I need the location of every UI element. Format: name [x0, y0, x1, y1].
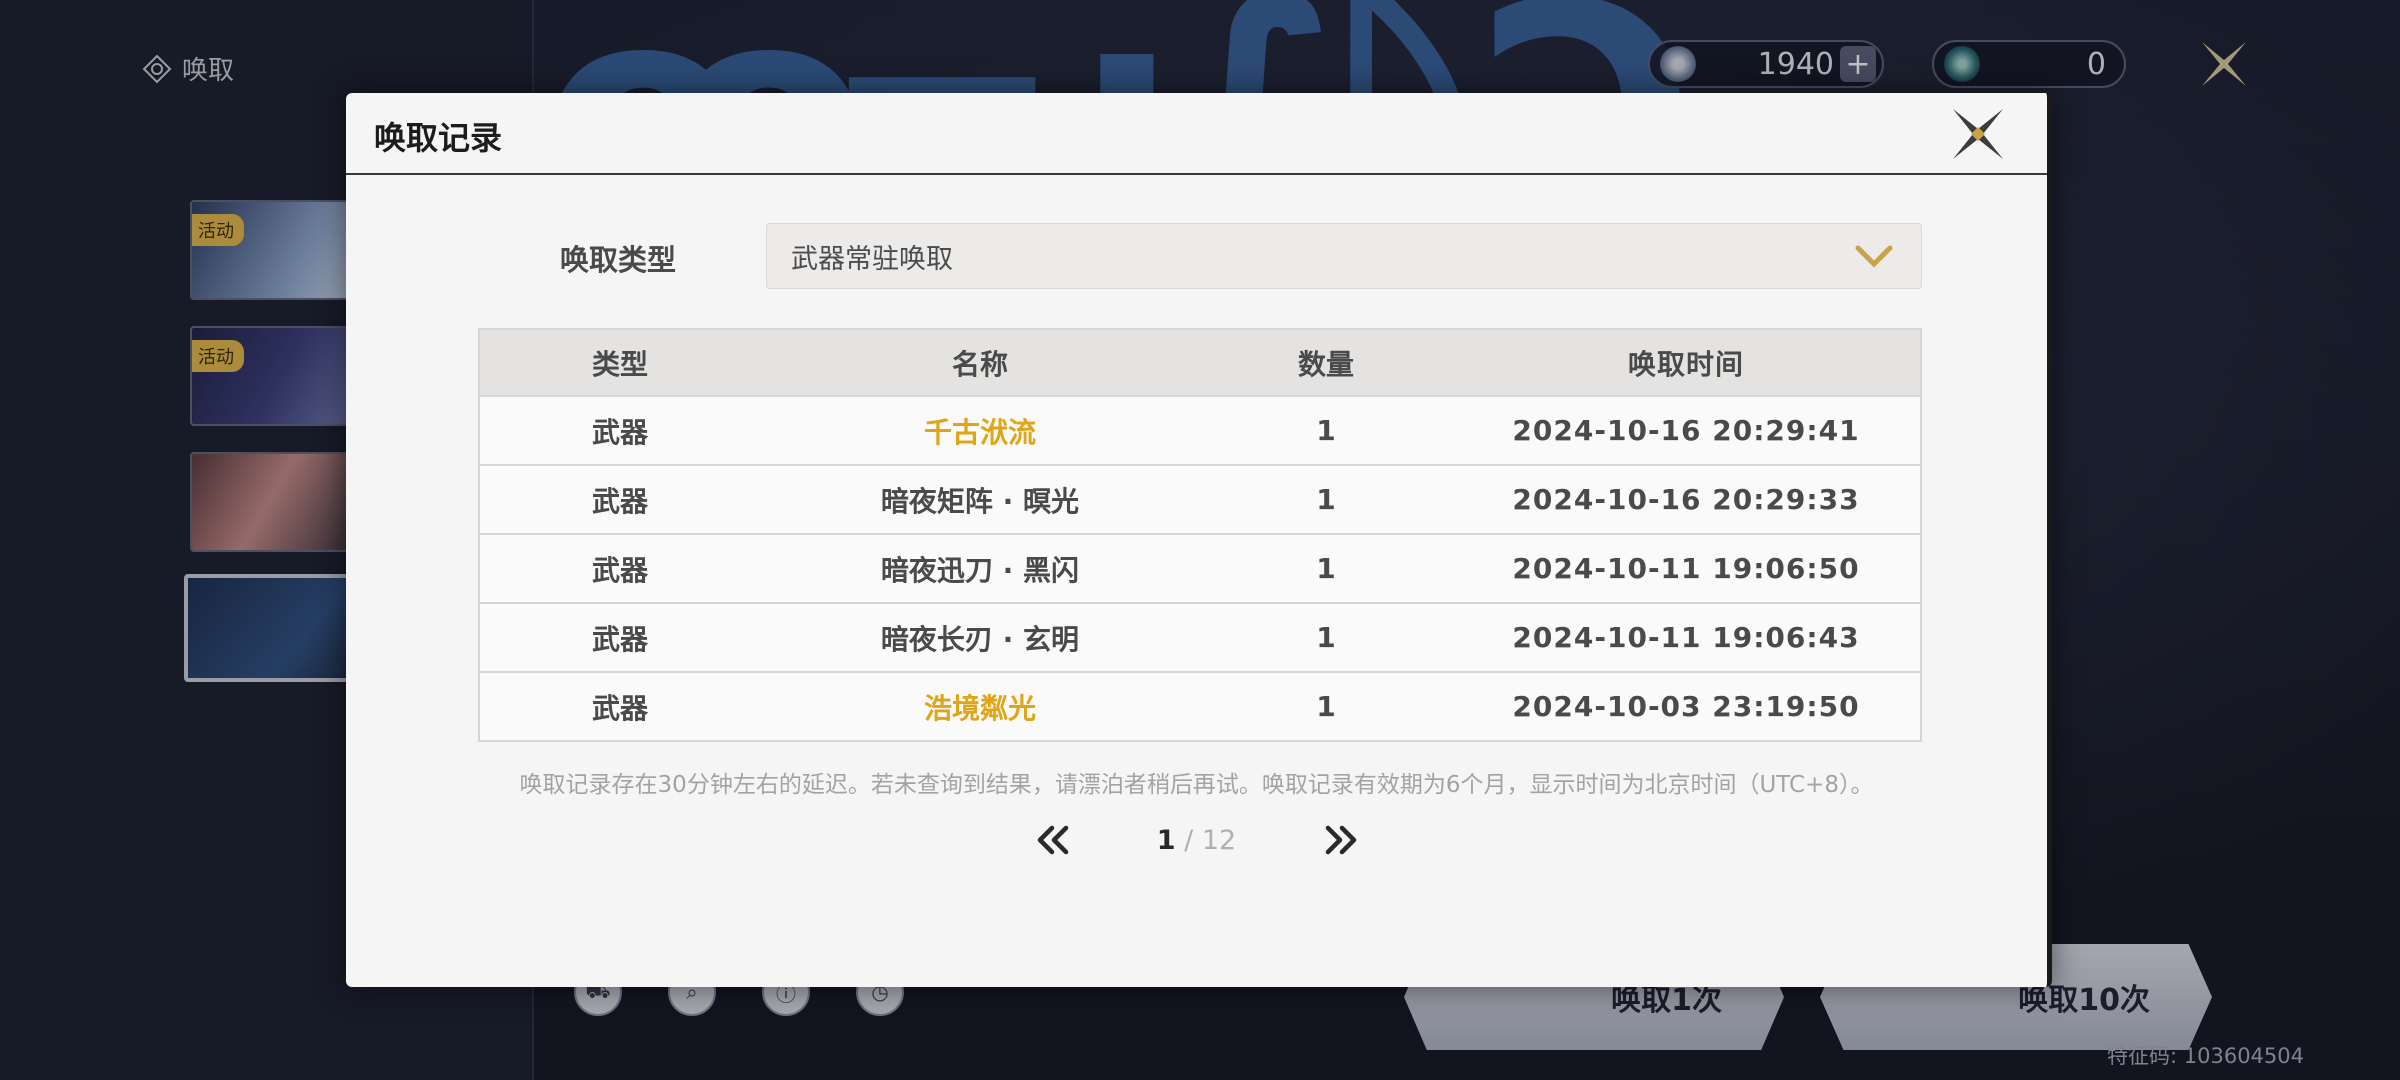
table-row: 武器 暗夜矩阵 · 暝光 1 2024-10-16 20:29:33: [480, 464, 1920, 533]
row-name: 暗夜迅刀 · 黑闪: [880, 553, 1080, 587]
column-header-type: 类型: [591, 347, 648, 381]
row-type: 武器: [591, 484, 648, 518]
row-type: 武器: [591, 415, 648, 449]
row-quantity: 1: [1316, 414, 1336, 447]
table-row: 武器 浩境粼光 1 2024-10-03 23:19:50: [480, 671, 1920, 740]
row-quantity: 1: [1316, 621, 1336, 654]
row-time: 2024-10-16 20:29:33: [1512, 483, 1860, 516]
row-quantity: 1: [1316, 483, 1336, 516]
next-page-icon[interactable]: [1322, 825, 1362, 855]
row-name: 千古洑流: [923, 415, 1036, 449]
convene-type-label: 唤取类型: [560, 243, 677, 277]
row-quantity: 1: [1316, 552, 1336, 585]
convene-type-dropdown[interactable]: 武器常驻唤取: [766, 223, 1922, 289]
convene-type-row: 唤取类型 武器常驻唤取: [346, 223, 2047, 289]
row-type: 武器: [591, 553, 648, 587]
convene-type-value: 武器常驻唤取: [791, 243, 953, 275]
convene-history-modal: 唤取记录 唤取类型 武器常驻唤取 类型 名称 数量 唤取时间 武器 千古洑流 1…: [346, 93, 2052, 987]
page-separator: /: [1175, 824, 1202, 856]
page-indicator: 1 / 12: [1072, 825, 1322, 856]
row-time: 2024-10-11 19:06:43: [1512, 621, 1860, 654]
row-type: 武器: [591, 691, 648, 725]
row-type: 武器: [591, 622, 648, 656]
prev-page-icon[interactable]: [1032, 825, 1072, 855]
table-row: 武器 千古洑流 1 2024-10-16 20:29:41: [480, 395, 1920, 464]
column-header-name: 名称: [951, 347, 1008, 381]
table-row: 武器 暗夜长刃 · 玄明 1 2024-10-11 19:06:43: [480, 602, 1920, 671]
column-header-quantity: 数量: [1297, 347, 1354, 381]
current-page: 1: [1156, 824, 1176, 856]
close-icon[interactable]: [1949, 105, 2007, 163]
table-header: 类型 名称 数量 唤取时间: [480, 330, 1920, 395]
delay-note: 唤取记录存在30分钟左右的延迟。若未查询到结果，请漂泊者稍后再试。唤取记录有效期…: [519, 772, 1874, 798]
row-quantity: 1: [1316, 690, 1336, 723]
column-header-time: 唤取时间: [1627, 347, 1744, 381]
modal-title: 唤取记录: [374, 119, 503, 157]
row-time: 2024-10-03 23:19:50: [1512, 690, 1860, 723]
row-time: 2024-10-16 20:29:41: [1512, 414, 1860, 447]
modal-header: 唤取记录: [346, 93, 2047, 175]
row-name: 浩境粼光: [923, 691, 1036, 725]
pagination: 1 / 12: [346, 815, 2047, 865]
chevron-down-icon: [1855, 245, 1893, 268]
row-name: 暗夜矩阵 · 暝光: [880, 484, 1080, 518]
table-row: 武器 暗夜迅刀 · 黑闪 1 2024-10-11 19:06:50: [480, 533, 1920, 602]
total-pages: 12: [1201, 824, 1237, 856]
history-table: 类型 名称 数量 唤取时间 武器 千古洑流 1 2024-10-16 20:29…: [478, 328, 1922, 742]
row-time: 2024-10-11 19:06:50: [1512, 552, 1860, 585]
row-name: 暗夜长刃 · 玄明: [880, 622, 1080, 656]
